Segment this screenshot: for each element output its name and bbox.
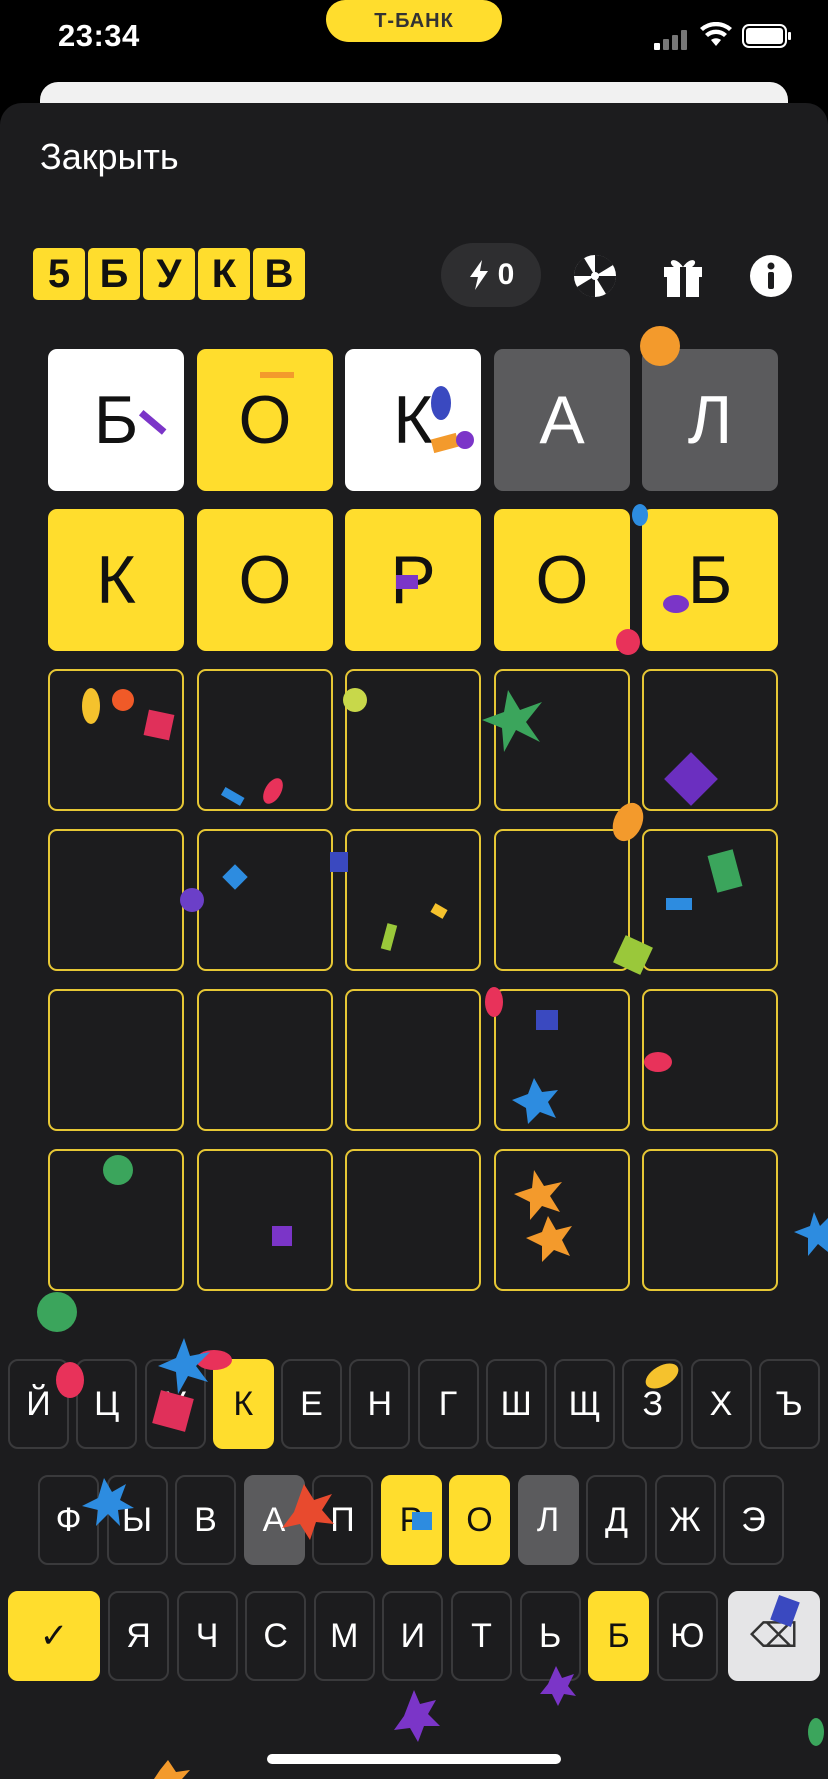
board-tile: Б [48,349,184,491]
logo-letter: 5 [33,248,85,300]
board-tile: А [494,349,630,491]
key-Б[interactable]: Б [588,1591,650,1681]
board-tile [494,1149,630,1291]
board-tile [345,1149,481,1291]
status-bar: 23:34 Т-БАНК [0,0,828,80]
board-tile [48,829,184,971]
backspace-key[interactable]: ⌫ [728,1591,820,1681]
board-tile [494,669,630,811]
key-Ь[interactable]: Ь [519,1591,581,1681]
board-tile: О [197,509,333,651]
key-Э[interactable]: Э [723,1475,784,1565]
key-Ы[interactable]: Ы [106,1475,168,1565]
board-tile [642,669,778,811]
status-time: 23:34 [58,18,140,53]
board-tile [642,989,778,1131]
key-Н[interactable]: Н [349,1359,411,1449]
board-tile [197,1149,333,1291]
board-tile [48,989,184,1131]
gift-icon[interactable] [660,253,706,299]
key-Ф[interactable]: Ф [38,1475,99,1565]
board-tile [48,669,184,811]
key-Ъ[interactable]: Ъ [758,1359,820,1449]
board-tile [345,829,481,971]
board-tile [494,829,630,971]
board-tile [642,1149,778,1291]
key-Е[interactable]: Е [281,1359,342,1449]
key-А[interactable]: А [243,1475,305,1565]
board-tile [345,989,481,1131]
board-tile: К [48,509,184,651]
game-logo: 5 Б У К В [33,248,305,300]
key-Г[interactable]: Г [417,1359,479,1449]
home-indicator[interactable] [267,1754,561,1764]
key-Ч[interactable]: Ч [176,1591,238,1681]
board-tile [197,829,333,971]
energy-count: 0 [497,258,515,291]
logo-letter: К [198,248,250,300]
key-Ш[interactable]: Ш [485,1359,547,1449]
key-Т[interactable]: Т [451,1591,512,1681]
logo-letter: Б [88,248,140,300]
board-tile [48,1149,184,1291]
board-tile: О [494,509,630,651]
key-И[interactable]: И [382,1591,444,1681]
key-Х[interactable]: Х [690,1359,752,1449]
wheel-icon[interactable] [572,253,618,299]
board-tile [642,829,778,971]
board-tile [345,669,481,811]
board-tile: Б [642,509,778,651]
logo-letter: У [143,248,195,300]
key-Ж[interactable]: Ж [654,1475,716,1565]
key-З[interactable]: З [622,1359,684,1449]
close-button[interactable]: Закрыть [40,136,179,178]
info-icon[interactable] [748,253,794,299]
lightning-icon [469,260,488,290]
enter-key[interactable]: ✓ [8,1591,100,1681]
energy-counter[interactable]: 0 [441,243,541,307]
wifi-icon [700,22,732,46]
key-Ю[interactable]: Ю [656,1591,718,1681]
board-tile: О [197,349,333,491]
key-Л[interactable]: Л [517,1475,579,1565]
key-П[interactable]: П [312,1475,373,1565]
board-tile [197,669,333,811]
board-tile: Л [642,349,778,491]
key-У[interactable]: У [144,1359,206,1449]
key-Ц[interactable]: Ц [76,1359,138,1449]
board-tile [494,989,630,1131]
board-tile: Р [345,509,481,651]
key-Й[interactable]: Й [8,1359,69,1449]
cellular-signal-icon [654,30,688,50]
bank-pill[interactable]: Т-БАНК [326,0,502,42]
logo-letter: В [253,248,305,300]
key-К[interactable]: К [212,1359,274,1449]
board-tile [197,989,333,1131]
key-О[interactable]: О [449,1475,510,1565]
board-tile: К [345,349,481,491]
key-Р[interactable]: Р [380,1475,442,1565]
key-В[interactable]: В [175,1475,236,1565]
key-Щ[interactable]: Щ [554,1359,615,1449]
key-Я[interactable]: Я [108,1591,169,1681]
battery-icon [742,24,791,48]
key-Д[interactable]: Д [586,1475,647,1565]
key-М[interactable]: М [313,1591,375,1681]
key-С[interactable]: С [245,1591,307,1681]
